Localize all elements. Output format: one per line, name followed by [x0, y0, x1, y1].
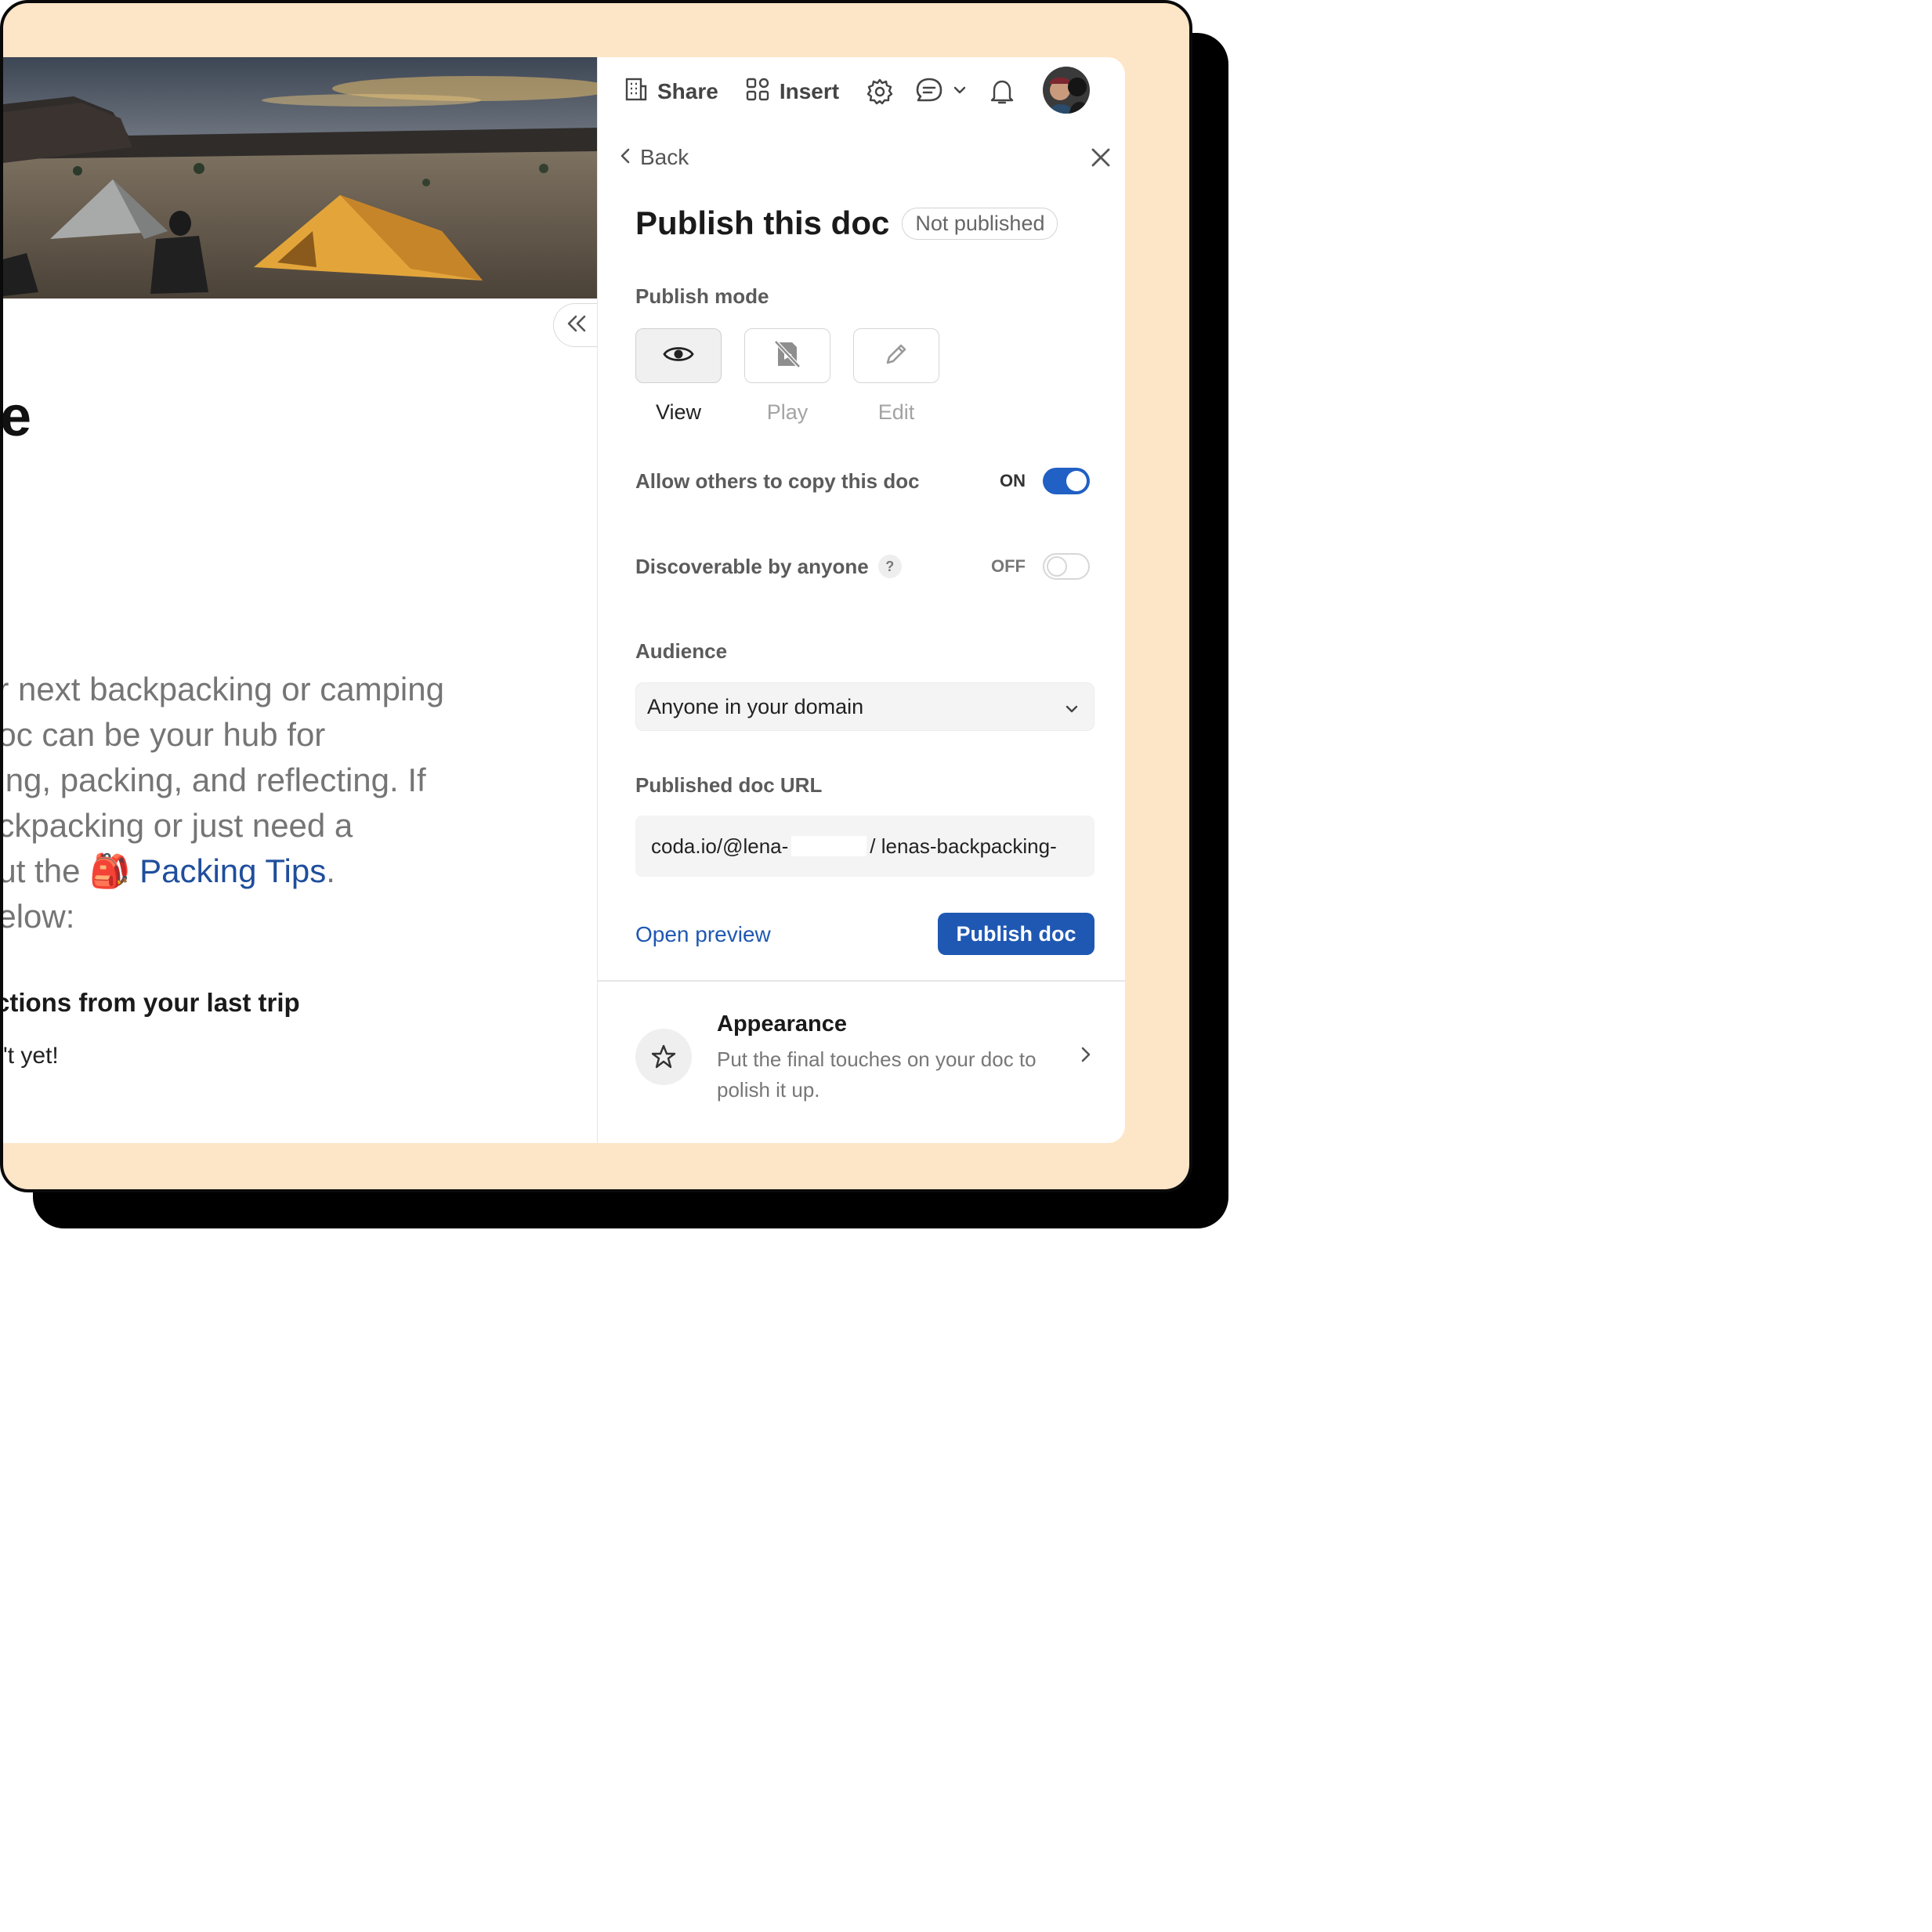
section-divider	[598, 980, 1125, 982]
audience-value: Anyone in your domain	[647, 694, 864, 718]
edit-mode-button[interactable]	[853, 328, 939, 383]
link-suffix: .	[326, 852, 335, 889]
screenshot-frame: re ur next backpacking or camping doc ca…	[0, 0, 1192, 1192]
mode-option-view[interactable]: View	[635, 328, 722, 425]
insert-button[interactable]: Insert	[745, 77, 839, 107]
play-disabled-icon	[773, 339, 801, 373]
doc-body-text: 't yet!	[3, 1043, 59, 1069]
share-button[interactable]: Share	[624, 77, 718, 107]
mode-option-edit[interactable]: Edit	[853, 328, 939, 425]
doc-canvas: re ur next backpacking or camping doc ca…	[3, 57, 597, 1143]
share-label: Share	[657, 79, 718, 103]
paragraph-text: out the	[3, 852, 81, 889]
view-mode-label: View	[655, 400, 702, 424]
paragraph-line: ur next backpacking or camping	[3, 671, 444, 707]
paragraph-line: doc can be your hub for	[3, 716, 326, 753]
chevron-left-icon	[620, 145, 640, 170]
collapse-panel-button[interactable]	[553, 303, 597, 347]
published-url-field[interactable]: coda.io/@lena- / lenas-backpacking-	[635, 816, 1094, 877]
comment-icon	[914, 76, 944, 108]
double-chevron-left-icon	[566, 312, 587, 338]
close-icon[interactable]	[1090, 147, 1112, 172]
audience-label: Audience	[635, 639, 728, 663]
packing-tips-link[interactable]: Packing Tips	[139, 852, 326, 889]
paragraph-line: ackpacking or just need a	[3, 807, 353, 844]
insert-label: Insert	[779, 79, 840, 103]
chevron-down-icon	[1065, 695, 1078, 719]
chevron-down-icon	[953, 85, 966, 99]
appearance-title: Appearance	[717, 1011, 848, 1037]
redacted-text	[791, 836, 867, 856]
status-badge: Not published	[902, 207, 1058, 240]
doc-intro-paragraph: ur next backpacking or camping doc can b…	[3, 667, 520, 939]
discoverable-state: OFF	[991, 556, 1026, 576]
paragraph-line: below:	[3, 898, 75, 935]
panel-title: Publish this doc	[635, 204, 890, 241]
app-window: re ur next backpacking or camping doc ca…	[3, 57, 1125, 1143]
url-prefix: coda.io/@lena-	[651, 834, 789, 858]
star-icon	[635, 1029, 692, 1085]
comments-menu[interactable]	[914, 76, 966, 108]
publish-mode-options: View Play Edit	[635, 328, 939, 425]
appearance-description: Put the final touches on your doc to pol…	[717, 1047, 1037, 1102]
allow-copy-row: Allow others to copy this doc ON	[635, 468, 1090, 494]
view-mode-button[interactable]	[635, 328, 722, 383]
building-icon	[624, 77, 657, 107]
allow-copy-toggle[interactable]	[1043, 468, 1090, 494]
panel-header: Publish this doc Not published	[635, 204, 1058, 242]
discoverable-row: Discoverable by anyone ? OFF	[635, 553, 1090, 580]
settings-gear-icon[interactable]	[866, 78, 894, 106]
publish-doc-button[interactable]: Publish doc	[938, 913, 1094, 955]
eye-icon	[663, 343, 694, 369]
chevron-right-icon	[1080, 1046, 1091, 1067]
top-toolbar: Share Insert	[624, 71, 1035, 112]
play-mode-label: Play	[766, 400, 809, 424]
discoverable-toggle[interactable]	[1043, 553, 1090, 580]
publish-panel: Share Insert Back Publish this doc Not p…	[597, 57, 1125, 1143]
edit-mode-label: Edit	[877, 400, 915, 424]
url-label: Published doc URL	[635, 773, 823, 797]
user-avatar[interactable]	[1043, 67, 1090, 114]
mode-option-play[interactable]: Play	[744, 328, 830, 425]
allow-copy-label: Allow others to copy this doc	[635, 469, 920, 493]
back-button[interactable]: Back	[620, 145, 689, 170]
paragraph-line: ning, packing, and reflecting. If	[3, 762, 426, 798]
doc-subheading: ctions from your last trip	[3, 988, 300, 1017]
discoverable-label: Discoverable by anyone	[635, 554, 869, 578]
doc-title: re	[3, 385, 31, 449]
audience-select[interactable]: Anyone in your domain	[635, 682, 1094, 731]
cover-image	[3, 57, 597, 298]
bell-icon[interactable]	[990, 78, 1015, 106]
url-suffix: / lenas-backpacking-	[870, 834, 1057, 858]
allow-copy-state: ON	[1000, 471, 1026, 490]
backpack-icon: 🎒	[89, 852, 131, 889]
pencil-icon	[883, 341, 910, 371]
back-label: Back	[640, 145, 689, 169]
open-preview-link[interactable]: Open preview	[635, 922, 771, 947]
publish-mode-label: Publish mode	[635, 284, 769, 308]
help-icon[interactable]: ?	[877, 555, 902, 578]
paragraph-line-with-link: out the 🎒 Packing Tips.	[3, 848, 520, 894]
play-mode-button[interactable]	[744, 328, 830, 383]
grid-icon	[745, 77, 780, 107]
